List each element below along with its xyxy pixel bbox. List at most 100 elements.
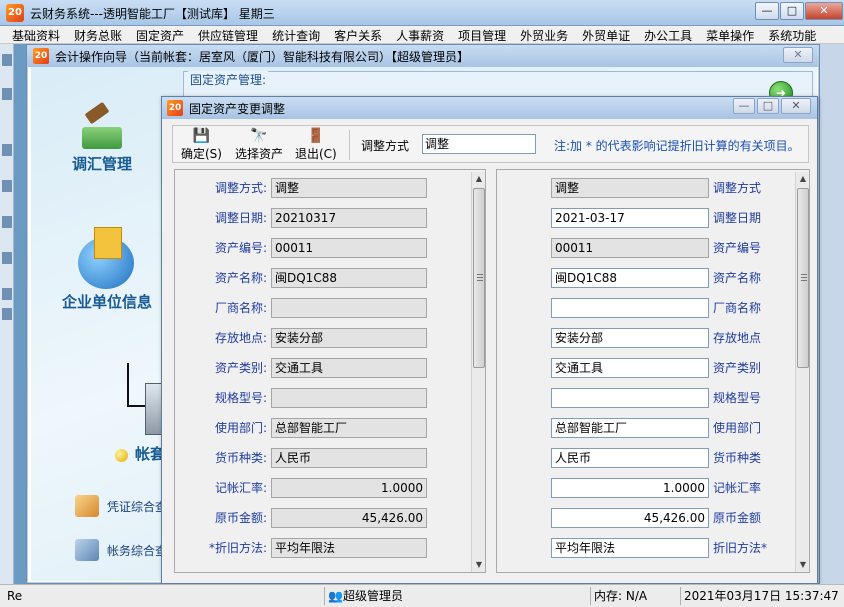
strip-icon[interactable] <box>2 144 12 156</box>
original-field-value: 平均年限法 <box>271 538 427 558</box>
original-field-row: *折旧方法: 平均年限法 <box>175 538 465 558</box>
new-field-input[interactable]: 闽DQ1C88 <box>551 268 709 288</box>
menu-crm[interactable]: 客户关系 <box>334 26 382 43</box>
strip-icon[interactable] <box>2 180 12 192</box>
strip-icon[interactable] <box>2 252 12 264</box>
original-field-row: 调整方式: 调整 <box>175 178 465 198</box>
wizard-titlebar: 20 会计操作向导（当前帐套：居室风（厦门）智能科技有限公司）【超级管理员】 ✕ <box>27 45 819 67</box>
scroll-down-icon[interactable]: ▼ <box>796 558 809 572</box>
strip-icon[interactable] <box>2 216 12 228</box>
new-field-row: 闽DQ1C88 资产名称 <box>497 268 791 288</box>
status-user-label: 超级管理员 <box>342 589 403 603</box>
new-field-row: 安装分部 存放地点 <box>497 328 791 348</box>
strip-icon[interactable] <box>2 288 12 300</box>
new-field-input[interactable]: 总部智能工厂 <box>551 418 709 438</box>
new-field-input[interactable]: 平均年限法 <box>551 538 709 558</box>
new-field-input: 调整 <box>551 178 709 198</box>
exit-button[interactable]: 🚪 退出(C) <box>295 128 337 162</box>
book-icon <box>75 539 99 561</box>
new-field-input[interactable] <box>551 298 709 318</box>
menu-menu-ops[interactable]: 菜单操作 <box>706 26 754 43</box>
original-field-value <box>271 388 427 408</box>
close-button[interactable]: ✕ <box>805 2 843 20</box>
scroll-up-icon[interactable]: ▲ <box>796 172 809 186</box>
original-field-value: 20210317 <box>271 208 427 228</box>
new-field-input[interactable]: 1.0000 <box>551 478 709 498</box>
wizard-close-button[interactable]: ✕ <box>783 47 813 63</box>
new-field-label: 折旧方法* <box>713 541 768 555</box>
new-field-label: 存放地点 <box>713 331 762 345</box>
menu-projects[interactable]: 项目管理 <box>458 26 506 43</box>
exit-label: 退出(C) <box>295 147 337 161</box>
link-books-query[interactable]: 帐务综合查 <box>75 539 167 561</box>
original-field-value: 45,426.00 <box>271 508 427 528</box>
left-scrollbar[interactable]: ▲ ▼ <box>471 172 485 572</box>
strip-icon[interactable] <box>2 88 12 100</box>
scroll-down-icon[interactable]: ▼ <box>472 558 485 572</box>
new-field-input[interactable] <box>551 388 709 408</box>
menu-office-tools[interactable]: 办公工具 <box>644 26 692 43</box>
menu-foreign-trade[interactable]: 外贸业务 <box>520 26 568 43</box>
new-field-row: 调整 调整方式 <box>497 178 791 198</box>
new-field-row: 00011 资产编号 <box>497 238 791 258</box>
menu-statistics[interactable]: 统计查询 <box>272 26 320 43</box>
new-field-row: 人民币 货币种类 <box>497 448 791 468</box>
new-field-row: 45,426.00 原币金额 <box>497 508 791 528</box>
new-field-label: 厂商名称 <box>713 301 762 315</box>
original-field-value: 人民币 <box>271 448 427 468</box>
strip-icon[interactable] <box>2 54 12 66</box>
adjust-method-input[interactable]: 调整 <box>422 134 536 154</box>
original-field-label: 存放地点: <box>214 331 267 345</box>
new-field-label: 原币金额 <box>713 511 762 525</box>
scroll-thumb[interactable] <box>473 188 485 368</box>
menubar: 基础资料 财务总账 固定资产 供应链管理 统计查询 客户关系 人事薪资 项目管理… <box>0 26 844 44</box>
original-field-label: 货币种类: <box>214 451 267 465</box>
menu-trade-docs[interactable]: 外贸单证 <box>582 26 630 43</box>
menu-supply-chain[interactable]: 供应链管理 <box>198 26 258 43</box>
new-field-input[interactable]: 45,426.00 <box>551 508 709 528</box>
strip-icon[interactable] <box>2 308 12 320</box>
original-field-label: 资产名称: <box>214 271 267 285</box>
menu-fixed-assets[interactable]: 固定资产 <box>136 26 184 43</box>
menu-basic[interactable]: 基础资料 <box>12 26 60 43</box>
link-voucher-query[interactable]: 凭证综合查 <box>75 495 167 517</box>
select-asset-label: 选择资产 <box>235 147 284 161</box>
bullet-icon <box>115 449 128 462</box>
new-field-label: 记帐汇率 <box>713 481 762 495</box>
new-field-label: 调整日期 <box>713 211 762 225</box>
new-field-input[interactable]: 人民币 <box>551 448 709 468</box>
new-field-label: 资产类别 <box>713 361 762 375</box>
status-user: 👥超级管理员 <box>324 587 412 605</box>
right-background <box>820 44 844 584</box>
scroll-up-icon[interactable]: ▲ <box>472 172 485 186</box>
new-field-input[interactable]: 交通工具 <box>551 358 709 378</box>
maximize-button[interactable]: □ <box>780 2 804 20</box>
nav-adjust-rate[interactable]: 调汇管理 <box>57 103 147 174</box>
scroll-thumb[interactable] <box>797 188 809 368</box>
asset-change-dialog: 20 固定资产变更调整 — □ ✕ 💾 确定(S) 🔭 选择资产 🚪 退出(C)… <box>161 96 818 584</box>
right-scrollbar[interactable]: ▲ ▼ <box>795 172 809 572</box>
select-asset-button[interactable]: 🔭 选择资产 <box>235 128 283 162</box>
minimize-button[interactable]: — <box>755 2 779 20</box>
original-field-row: 规格型号: <box>175 388 465 408</box>
menu-hr[interactable]: 人事薪资 <box>396 26 444 43</box>
dialog-maximize-button[interactable]: □ <box>757 98 779 114</box>
toolbar-divider <box>349 130 350 160</box>
dialog-toolbar: 💾 确定(S) 🔭 选择资产 🚪 退出(C) 调整方式 调整 注:加 * 的代表… <box>172 125 809 163</box>
menu-system[interactable]: 系统功能 <box>768 26 816 43</box>
window-controls: — □ ✕ <box>754 2 843 20</box>
dialog-close-button[interactable]: ✕ <box>781 98 811 114</box>
original-field-label: 使用部门: <box>214 421 267 435</box>
nav-company-info[interactable]: 企业单位信息 <box>57 227 157 312</box>
dialog-minimize-button[interactable]: — <box>733 98 755 114</box>
menu-ledger[interactable]: 财务总账 <box>74 26 122 43</box>
original-field-row: 资产名称: 闽DQ1C88 <box>175 268 465 288</box>
app-titlebar: 20 云财务系统---透明智能工厂【测试库】 星期三 — □ ✕ <box>0 0 844 26</box>
confirm-button[interactable]: 💾 确定(S) <box>181 128 222 162</box>
original-field-row: 调整日期: 20210317 <box>175 208 465 228</box>
new-field-input[interactable]: 安装分部 <box>551 328 709 348</box>
new-field-row: 厂商名称 <box>497 298 791 318</box>
new-field-row: 交通工具 资产类别 <box>497 358 791 378</box>
new-field-input[interactable]: 2021-03-17 <box>551 208 709 228</box>
app-title: 云财务系统---透明智能工厂【测试库】 星期三 <box>30 7 275 21</box>
